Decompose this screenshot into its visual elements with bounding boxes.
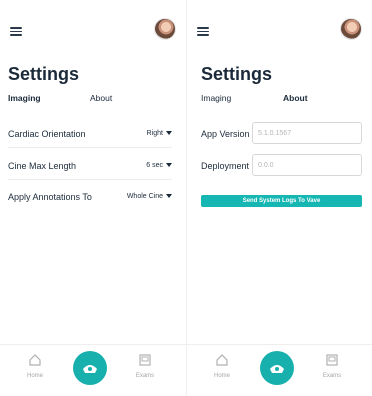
home-icon: [216, 354, 228, 366]
nav-home-label: Home: [213, 373, 230, 379]
deployment-field[interactable]: [252, 154, 362, 176]
setting-row-cine-max-length: Cine Max Length 6 sec: [8, 154, 172, 180]
deployment-row: Deployment: [201, 154, 362, 178]
avatar[interactable]: [154, 18, 176, 40]
menu-icon[interactable]: [10, 27, 22, 36]
app-version-field[interactable]: [252, 122, 362, 144]
scan-button[interactable]: [73, 351, 107, 385]
nav-home-label: Home: [26, 373, 43, 379]
tab-about[interactable]: About: [90, 93, 112, 103]
nav-exams[interactable]: Exams: [317, 353, 347, 379]
setting-row-cardiac-orientation: Cardiac Orientation Right: [8, 122, 172, 148]
tab-bar: Imaging About: [201, 93, 364, 109]
setting-label: Cine Max Length: [8, 161, 77, 171]
nav-exams-label: Exams: [322, 373, 342, 379]
bottom-nav: Home Exams: [0, 344, 186, 396]
page-title: Settings: [201, 64, 273, 84]
exams-icon: [326, 354, 338, 366]
field-label: Deployment: [201, 161, 250, 171]
setting-row-apply-annotations: Apply Annotations To Whole Cine: [8, 185, 172, 211]
setting-label: Cardiac Orientation: [8, 129, 86, 139]
nav-home[interactable]: Home: [20, 353, 50, 379]
nav-exams[interactable]: Exams: [130, 353, 160, 379]
top-bar: [0, 14, 186, 44]
divider: [8, 147, 172, 148]
exams-icon: [139, 354, 151, 366]
tab-bar: Imaging About: [8, 93, 178, 109]
probe-icon: [83, 365, 97, 373]
nav-exams-label: Exams: [135, 373, 155, 379]
imaging-settings-screen: Settings Imaging About Cardiac Orientati…: [0, 0, 186, 396]
avatar[interactable]: [340, 18, 362, 40]
apply-annotations-dropdown[interactable]: Whole Cine: [127, 193, 172, 200]
setting-label: Apply Annotations To: [8, 192, 92, 202]
tab-imaging[interactable]: Imaging: [201, 93, 231, 103]
cardiac-orientation-dropdown[interactable]: Right: [147, 130, 172, 137]
bottom-nav: Home Exams: [187, 344, 372, 396]
field-label: App Version: [201, 129, 250, 139]
send-system-logs-button[interactable]: Send System Logs To Vave: [201, 195, 362, 207]
home-icon: [29, 354, 41, 366]
app-version-row: App Version: [201, 122, 362, 146]
scan-button[interactable]: [260, 351, 294, 385]
probe-icon: [270, 365, 284, 373]
nav-home[interactable]: Home: [207, 353, 237, 379]
tab-about[interactable]: About: [283, 93, 308, 103]
page-title: Settings: [8, 64, 80, 84]
divider: [8, 179, 172, 180]
top-bar: [187, 14, 372, 44]
about-settings-screen: Settings Imaging About App Version Deplo…: [186, 0, 372, 396]
menu-icon[interactable]: [197, 27, 209, 36]
cine-max-length-dropdown[interactable]: 6 sec: [146, 162, 172, 169]
tab-imaging[interactable]: Imaging: [8, 93, 41, 103]
